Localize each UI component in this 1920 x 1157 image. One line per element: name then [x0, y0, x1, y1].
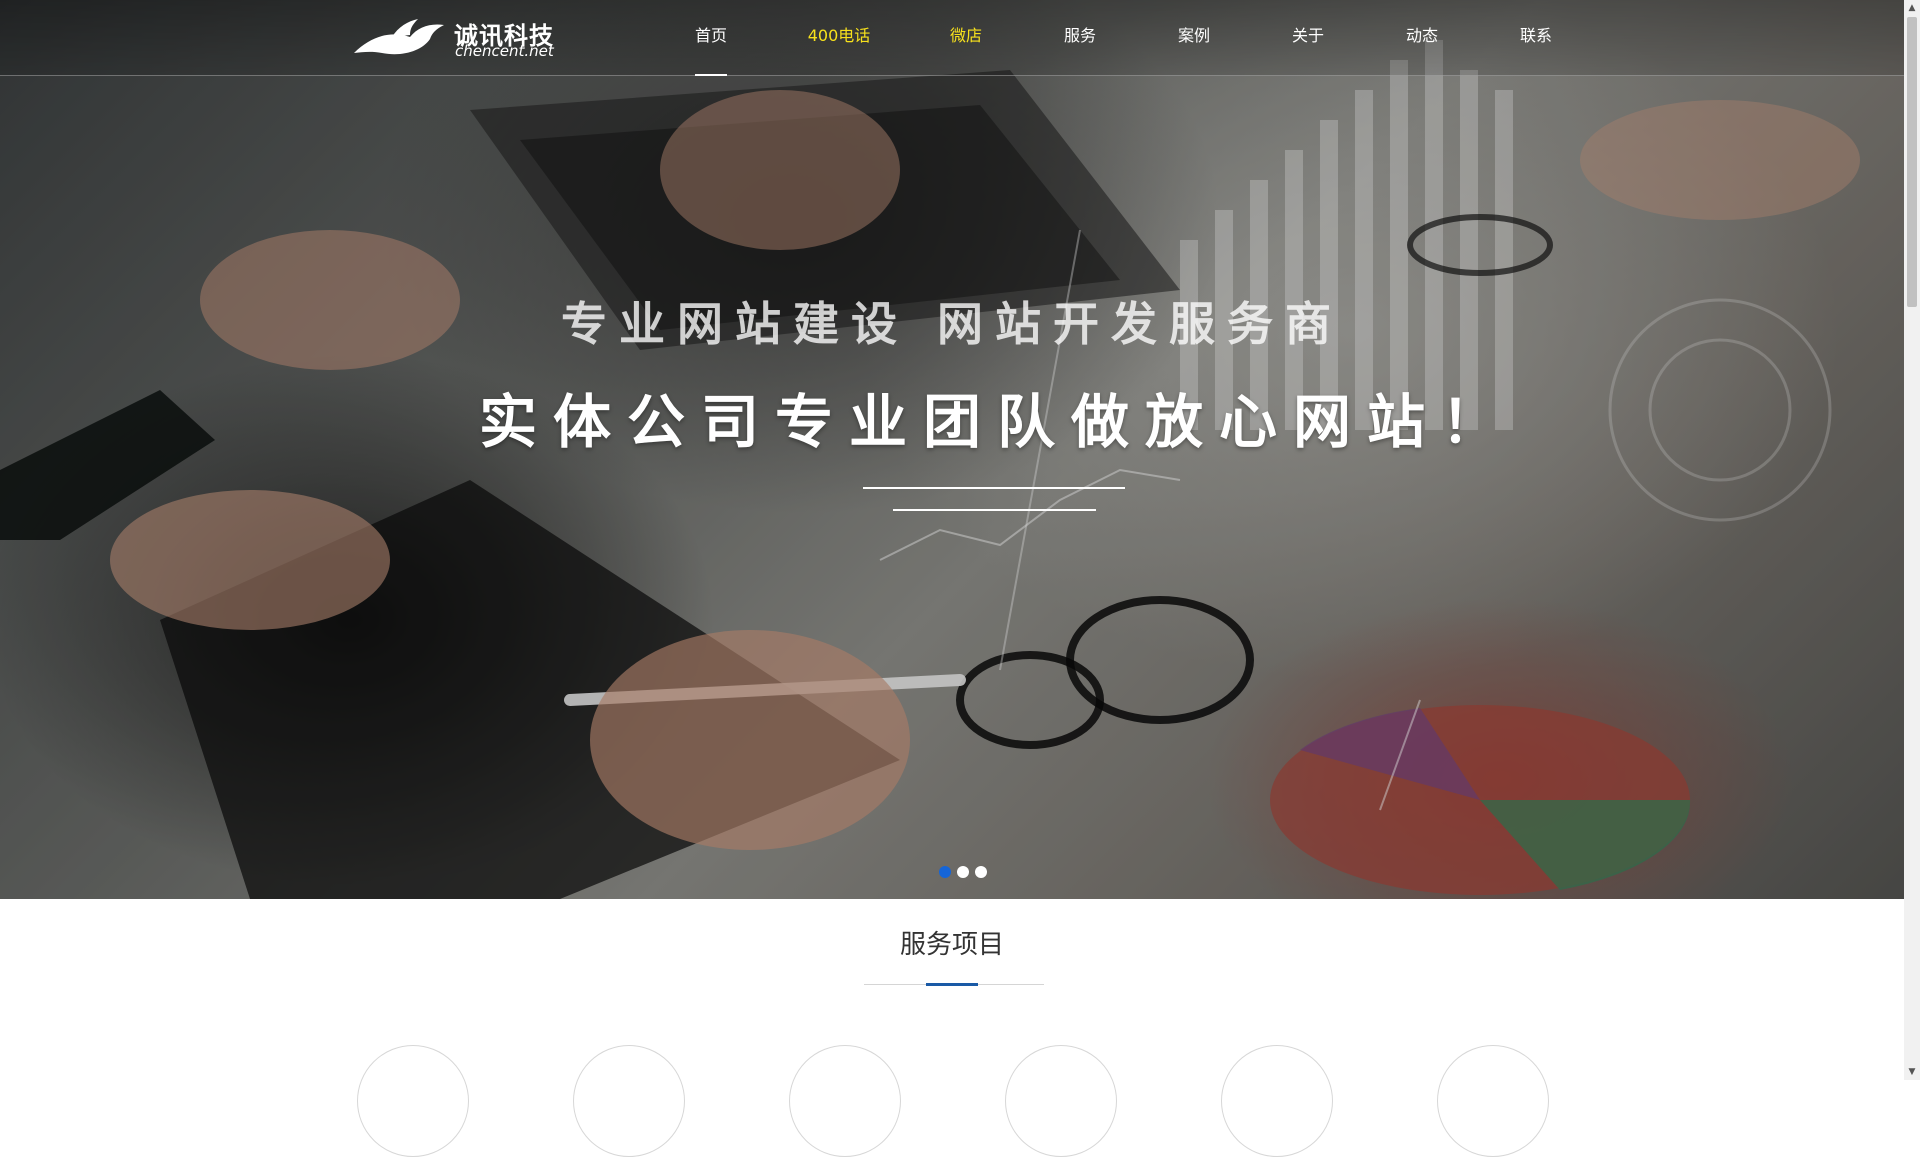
- service-icon-circle[interactable]: [1005, 1045, 1117, 1157]
- hero-divider-short: [893, 509, 1096, 511]
- nav-item-cases[interactable]: 案例: [1178, 0, 1210, 75]
- scroll-down-arrow-icon[interactable]: ▼: [1904, 1064, 1920, 1080]
- service-icon-circle[interactable]: [1221, 1045, 1333, 1157]
- services-title-accent: [926, 983, 978, 986]
- service-icon-circle[interactable]: [357, 1045, 469, 1157]
- top-navigation: 诚讯科技 chencent.net 首页 400电话 微店 服务 案例 关于 动…: [0, 0, 1904, 76]
- nav-item-400-phone[interactable]: 400电话: [806, 0, 872, 75]
- page-scrollbar[interactable]: ▲ ▼: [1904, 0, 1920, 1080]
- scroll-up-arrow-icon[interactable]: ▲: [1904, 0, 1920, 16]
- scrollbar-thumb[interactable]: [1907, 17, 1917, 307]
- hero-banner: 诚讯科技 chencent.net 首页 400电话 微店 服务 案例 关于 动…: [0, 0, 1904, 899]
- nav-item-contact[interactable]: 联系: [1520, 0, 1552, 75]
- slider-dot[interactable]: [975, 866, 987, 878]
- brand-name-en: chencent.net: [455, 42, 554, 60]
- slider-dot[interactable]: [957, 866, 969, 878]
- nav-item-about[interactable]: 关于: [1292, 0, 1324, 75]
- service-icon-circle[interactable]: [789, 1045, 901, 1157]
- logo[interactable]: 诚讯科技 chencent.net: [352, 14, 562, 60]
- nav-item-weidian[interactable]: 微店: [950, 0, 982, 75]
- services-section-title: 服务项目: [899, 930, 1004, 960]
- hero-headline: 实体公司专业团队做放心网站！: [478, 388, 1515, 456]
- nav-item-services[interactable]: 服务: [1064, 0, 1096, 75]
- bird-logo-icon: [354, 19, 444, 55]
- hero-divider-long: [863, 487, 1125, 489]
- nav-item-news[interactable]: 动态: [1406, 0, 1438, 75]
- service-icon-circle[interactable]: [1437, 1045, 1549, 1157]
- slider-dot[interactable]: [939, 866, 951, 878]
- hero-subtitle: 专业网站建设 网站开发服务商: [560, 297, 1343, 351]
- service-icon-circle[interactable]: [573, 1045, 685, 1157]
- nav-item-home[interactable]: 首页: [695, 0, 727, 76]
